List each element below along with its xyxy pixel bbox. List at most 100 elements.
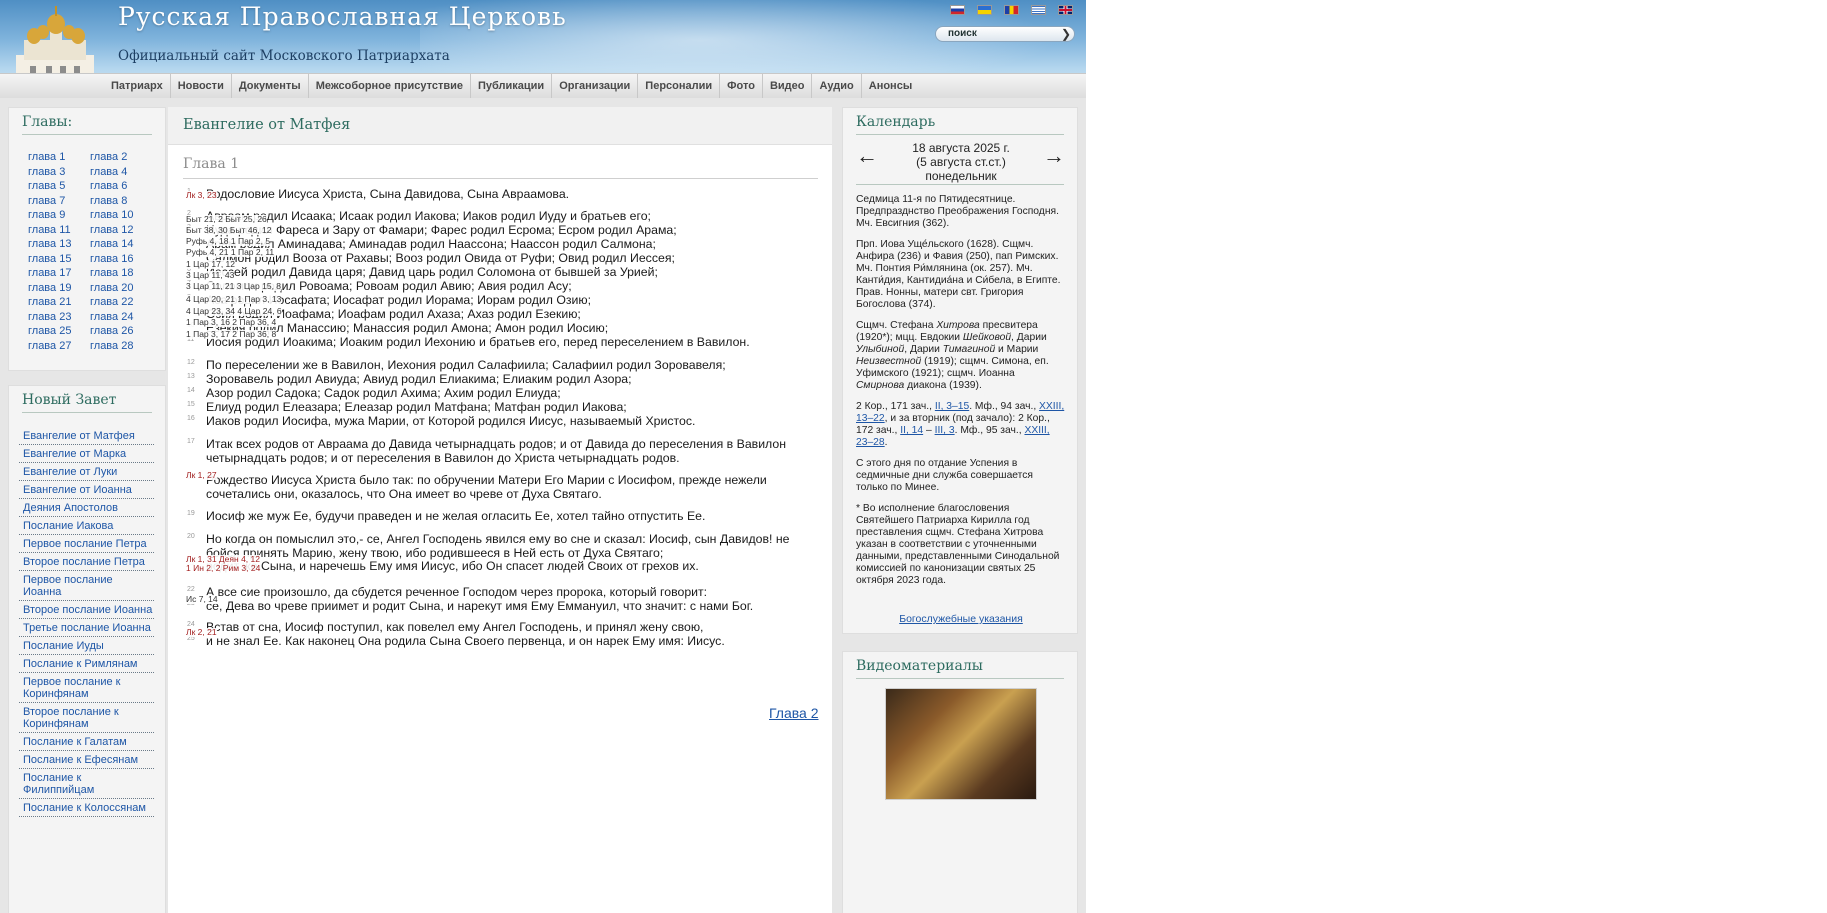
book-link[interactable]: Послание Иакова xyxy=(19,517,154,535)
cross-reference-link[interactable]: 1 Пар 3, 17 2 Пар 36, 8 xyxy=(186,330,277,339)
chapter-link[interactable]: глава 12 xyxy=(90,224,152,236)
cross-reference-link[interactable]: 1 Пар 3, 16 2 Пар 36, 4 xyxy=(186,318,277,327)
book-link[interactable]: Евангелие от Луки xyxy=(19,463,154,481)
verse-text: Рождество Иисуса Христа было так: по обр… xyxy=(206,473,767,501)
cross-reference-link[interactable]: Быт 21, 2 Быт 25, 26 xyxy=(186,215,267,224)
chapter-link[interactable]: глава 23 xyxy=(28,311,90,323)
nav-item-news[interactable]: Новости xyxy=(169,74,231,98)
book-link[interactable]: Второе послание Петра xyxy=(19,553,154,571)
chapter-link[interactable]: глава 24 xyxy=(90,311,152,323)
flag-ru-icon[interactable] xyxy=(950,5,965,15)
book-link[interactable]: Третье послание Иоанна xyxy=(19,619,154,637)
book-link[interactable]: Послание к Филиппийцам xyxy=(19,769,154,799)
cross-reference-link[interactable]: 4 Цар 20, 21 1 Пар 3, 13 xyxy=(186,295,282,304)
cross-reference-link[interactable]: Быт 38, 30 Быт 46, 12 xyxy=(186,226,272,235)
site-subtitle: Официальный сайт Московского Патриархата xyxy=(118,48,450,64)
chapter-link[interactable]: глава 5 xyxy=(28,180,90,192)
chapter-link[interactable]: глава 4 xyxy=(90,166,152,178)
book-link[interactable]: Первое послание Иоанна xyxy=(19,571,154,601)
nav-item-patriarch[interactable]: Патриарх xyxy=(104,74,170,98)
next-chapter-link[interactable]: Глава 2 xyxy=(769,705,819,721)
liturgical-instructions-link[interactable]: Богослужебные указания xyxy=(843,613,1079,625)
flag-md-icon[interactable] xyxy=(1004,5,1019,15)
chapter-link[interactable]: глава 8 xyxy=(90,195,152,207)
chapter-link[interactable]: глава 25 xyxy=(28,325,90,337)
site-title[interactable]: Русская Православная Церковь xyxy=(118,2,567,31)
chapter-link[interactable]: глава 21 xyxy=(28,296,90,308)
cross-reference-link[interactable]: 3 Цар 11, 21 3 Цар 15, 8 xyxy=(186,282,282,291)
book-link[interactable]: Послание к Римлянам xyxy=(19,655,154,673)
name-italic: Улыбиной xyxy=(856,344,905,355)
nav-item-audio[interactable]: Аудио xyxy=(811,74,860,98)
nav-item-photo[interactable]: Фото xyxy=(719,74,762,98)
book-link[interactable]: Первое послание Петра xyxy=(19,535,154,553)
chapter-link[interactable]: глава 27 xyxy=(28,340,90,352)
chapter-link[interactable]: глава 15 xyxy=(28,253,90,265)
new-testament-title: Новый Завет xyxy=(22,392,117,408)
nav-item-video[interactable]: Видео xyxy=(761,74,812,98)
book-link[interactable]: Второе послание к Коринфянам xyxy=(19,703,154,733)
nav-item-intercouncil[interactable]: Межсоборное присутствие xyxy=(307,74,470,98)
nav-item-publications[interactable]: Публикации xyxy=(469,74,551,98)
new-testament-panel: Новый Завет Евангелие от Матфея Евангелие… xyxy=(8,385,166,913)
book-link[interactable]: Деяния Апостолов xyxy=(19,499,154,517)
chapter-link[interactable]: глава 3 xyxy=(28,166,90,178)
nav-item-announcements[interactable]: Анонсы xyxy=(860,74,919,98)
calendar-nav: ← 18 августа 2025 г. (5 августа ст.ст.) … xyxy=(856,141,1065,183)
chapter-link[interactable]: глава 13 xyxy=(28,238,90,250)
chapter-link[interactable]: глава 1 xyxy=(28,151,90,163)
chapter-link[interactable]: глава 9 xyxy=(28,209,90,221)
next-day-arrow-icon[interactable]: → xyxy=(1043,145,1065,167)
cross-reference-link[interactable]: 3 Цар 11, 43 xyxy=(186,271,235,280)
chapter-link[interactable]: глава 16 xyxy=(90,253,152,265)
book-link[interactable]: Второе послание Иоанна xyxy=(19,601,154,619)
book-link[interactable]: Послание к Галатам xyxy=(19,733,154,751)
nav-item-persons[interactable]: Персоналии xyxy=(637,74,719,98)
cross-reference-link[interactable]: Руфь 4, 18 1 Пар 2, 5 xyxy=(186,237,271,246)
book-link[interactable]: Евангелие от Марка xyxy=(19,445,154,463)
chapter-link[interactable]: глава 18 xyxy=(90,267,152,279)
chapter-link[interactable]: глава 17 xyxy=(28,267,90,279)
chapter-link[interactable]: глава 6 xyxy=(90,180,152,192)
chapter-link[interactable]: глава 14 xyxy=(90,238,152,250)
book-link[interactable]: Евангелие от Иоанна xyxy=(19,481,154,499)
cross-reference-link[interactable]: Лк 2, 21 xyxy=(186,628,217,637)
flag-ua-icon[interactable] xyxy=(977,5,992,15)
cross-reference-link[interactable]: 4 Цар 23, 34 4 Цар 24, 6 xyxy=(186,307,282,316)
flag-gr-icon[interactable] xyxy=(1031,5,1046,15)
search-input[interactable]: поиск ❯ xyxy=(935,26,1075,42)
cross-reference-link[interactable]: Лк 3, 23 xyxy=(186,191,217,200)
text: 2 Кор., 171 зач., xyxy=(856,401,935,412)
chapter-link[interactable]: глава 10 xyxy=(90,209,152,221)
cross-reference-link[interactable]: 1 Ин 2, 2 Рим 3, 24 xyxy=(186,564,261,573)
cross-reference-link[interactable]: Руфь 4, 21 1 Пар 2, 11 xyxy=(186,248,275,257)
reading-link[interactable]: II, 14 xyxy=(900,425,923,436)
video-thumbnail[interactable] xyxy=(885,688,1037,800)
chapter-link[interactable]: глава 22 xyxy=(90,296,152,308)
book-link[interactable]: Послание к Колоссянам xyxy=(19,799,154,817)
chapter-link[interactable]: глава 2 xyxy=(90,151,152,163)
chapter-link[interactable]: глава 26 xyxy=(90,325,152,337)
chapter-link[interactable]: глава 28 xyxy=(90,340,152,352)
book-link[interactable]: Первое послание к Коринфянам xyxy=(19,673,154,703)
book-link[interactable]: Послание Иуды xyxy=(19,637,154,655)
chapter-link[interactable]: глава 19 xyxy=(28,282,90,294)
search-arrow-icon[interactable]: ❯ xyxy=(1061,27,1071,41)
reading-link[interactable]: III, 3 xyxy=(935,425,955,436)
book-link[interactable]: Евангелие от Матфея xyxy=(19,427,154,445)
divider xyxy=(856,678,1064,679)
book-link[interactable]: Послание к Ефесянам xyxy=(19,751,154,769)
prev-day-arrow-icon[interactable]: ← xyxy=(856,145,878,167)
cross-reference-link[interactable]: Ис 7, 14 xyxy=(186,595,218,604)
chapter-link[interactable]: глава 7 xyxy=(28,195,90,207)
chapter-link[interactable]: глава 11 xyxy=(28,224,90,236)
cross-reference-link[interactable]: 1 Цар 17, 12 xyxy=(186,260,236,269)
cross-reference-link[interactable]: Лк 1, 27 xyxy=(186,471,217,480)
nav-item-documents[interactable]: Документы xyxy=(230,74,308,98)
calendar-date: 18 августа 2025 г. (5 августа ст.ст.) по… xyxy=(886,141,1036,183)
flag-en-icon[interactable] xyxy=(1058,5,1073,15)
reading-link[interactable]: II, 3–15 xyxy=(935,401,969,412)
calendar-date-old: (5 августа ст.ст.) xyxy=(916,155,1006,169)
nav-item-organizations[interactable]: Организации xyxy=(551,74,637,98)
chapter-link[interactable]: глава 20 xyxy=(90,282,152,294)
